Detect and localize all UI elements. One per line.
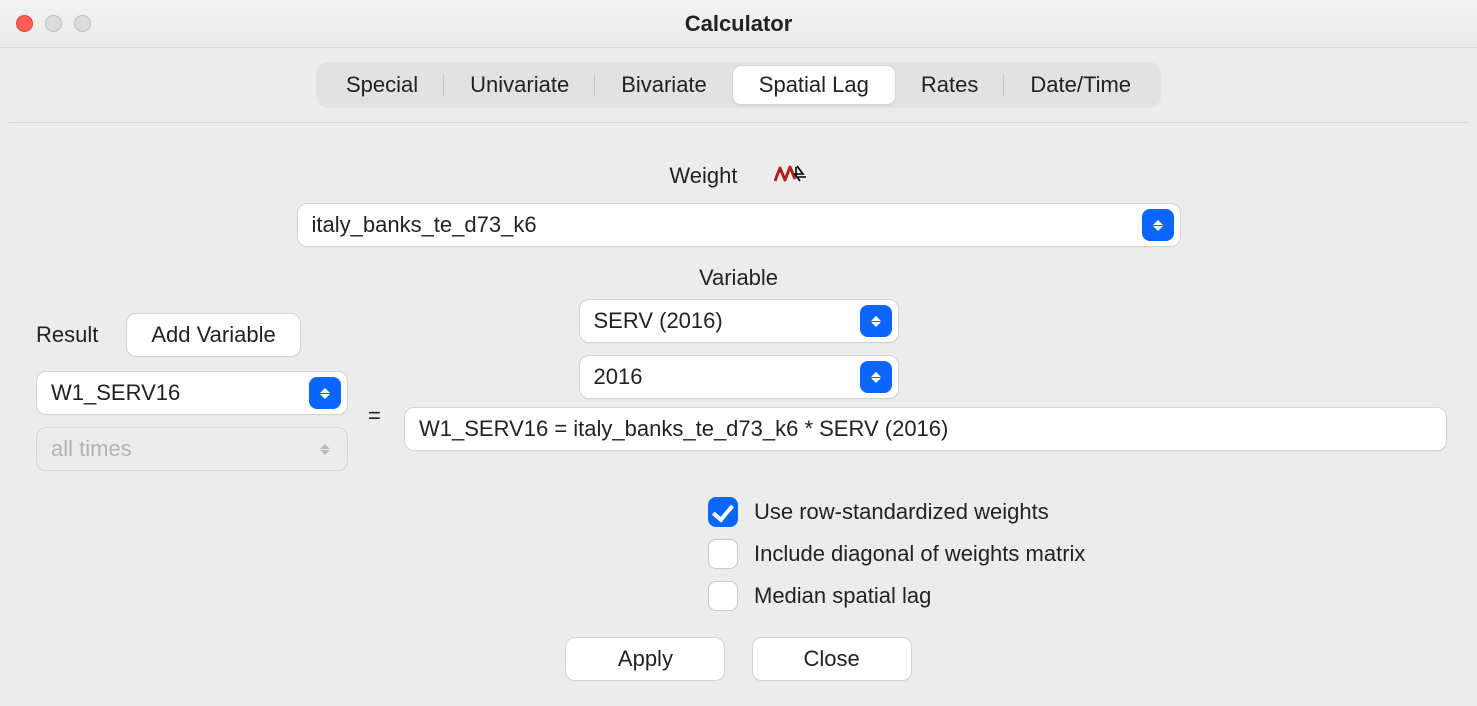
checkbox-icon	[708, 581, 738, 611]
tab-date-time[interactable]: Date/Time	[1004, 66, 1157, 104]
variable-select[interactable]: SERV (2016)	[579, 299, 899, 343]
checkbox-icon	[708, 539, 738, 569]
check-label: Median spatial lag	[754, 583, 931, 609]
tab-rates[interactable]: Rates	[895, 66, 1004, 104]
equals-sign: =	[368, 403, 381, 429]
check-row-standardized[interactable]: Use row-standardized weights	[708, 497, 1085, 527]
check-include-diagonal[interactable]: Include diagonal of weights matrix	[708, 539, 1085, 569]
variable-year-select[interactable]: 2016	[579, 355, 899, 399]
footer-buttons: Apply Close	[8, 637, 1469, 681]
chevron-stepper-icon	[1142, 209, 1174, 241]
tab-spatial-lag[interactable]: Spatial Lag	[733, 66, 895, 104]
variable-label: Variable	[38, 265, 1439, 291]
result-select[interactable]: W1_SERV16	[36, 371, 348, 415]
window-title: Calculator	[0, 11, 1477, 37]
check-label: Include diagonal of weights matrix	[754, 541, 1085, 567]
weights-icon[interactable]	[774, 163, 808, 191]
tab-univariate[interactable]: Univariate	[444, 66, 595, 104]
formula-display: W1_SERV16 = italy_banks_te_d73_k6 * SERV…	[404, 407, 1447, 451]
chevron-stepper-icon	[309, 377, 341, 409]
apply-button[interactable]: Apply	[565, 637, 725, 681]
chevron-stepper-icon	[860, 361, 892, 393]
tab-special[interactable]: Special	[320, 66, 444, 104]
tab-bivariate[interactable]: Bivariate	[595, 66, 733, 104]
add-variable-button[interactable]: Add Variable	[126, 313, 300, 357]
chevron-stepper-icon	[860, 305, 892, 337]
main-panel: Weight italy_banks_te_d73_k6 Variable SE…	[8, 122, 1469, 682]
variable-select-value: SERV (2016)	[594, 308, 723, 334]
close-button[interactable]: Close	[752, 637, 912, 681]
weight-label: Weight	[669, 163, 737, 189]
variable-year-value: 2016	[594, 364, 643, 390]
weight-select-value: italy_banks_te_d73_k6	[312, 212, 537, 238]
checkbox-icon	[708, 497, 738, 527]
weight-select[interactable]: italy_banks_te_d73_k6	[297, 203, 1181, 247]
titlebar: Calculator	[0, 0, 1477, 48]
result-time-value: all times	[51, 436, 132, 462]
check-median-spatial-lag[interactable]: Median spatial lag	[708, 581, 1085, 611]
result-block: Result Add Variable W1_SERV16 all times	[36, 313, 348, 471]
result-time-select: all times	[36, 427, 348, 471]
chevron-stepper-icon	[309, 433, 341, 465]
check-label: Use row-standardized weights	[754, 499, 1049, 525]
result-select-value: W1_SERV16	[51, 380, 180, 406]
result-label: Result	[36, 322, 98, 348]
options-block: Use row-standardized weights Include dia…	[708, 497, 1085, 623]
tab-bar: SpecialUnivariateBivariateSpatial LagRat…	[316, 62, 1161, 108]
